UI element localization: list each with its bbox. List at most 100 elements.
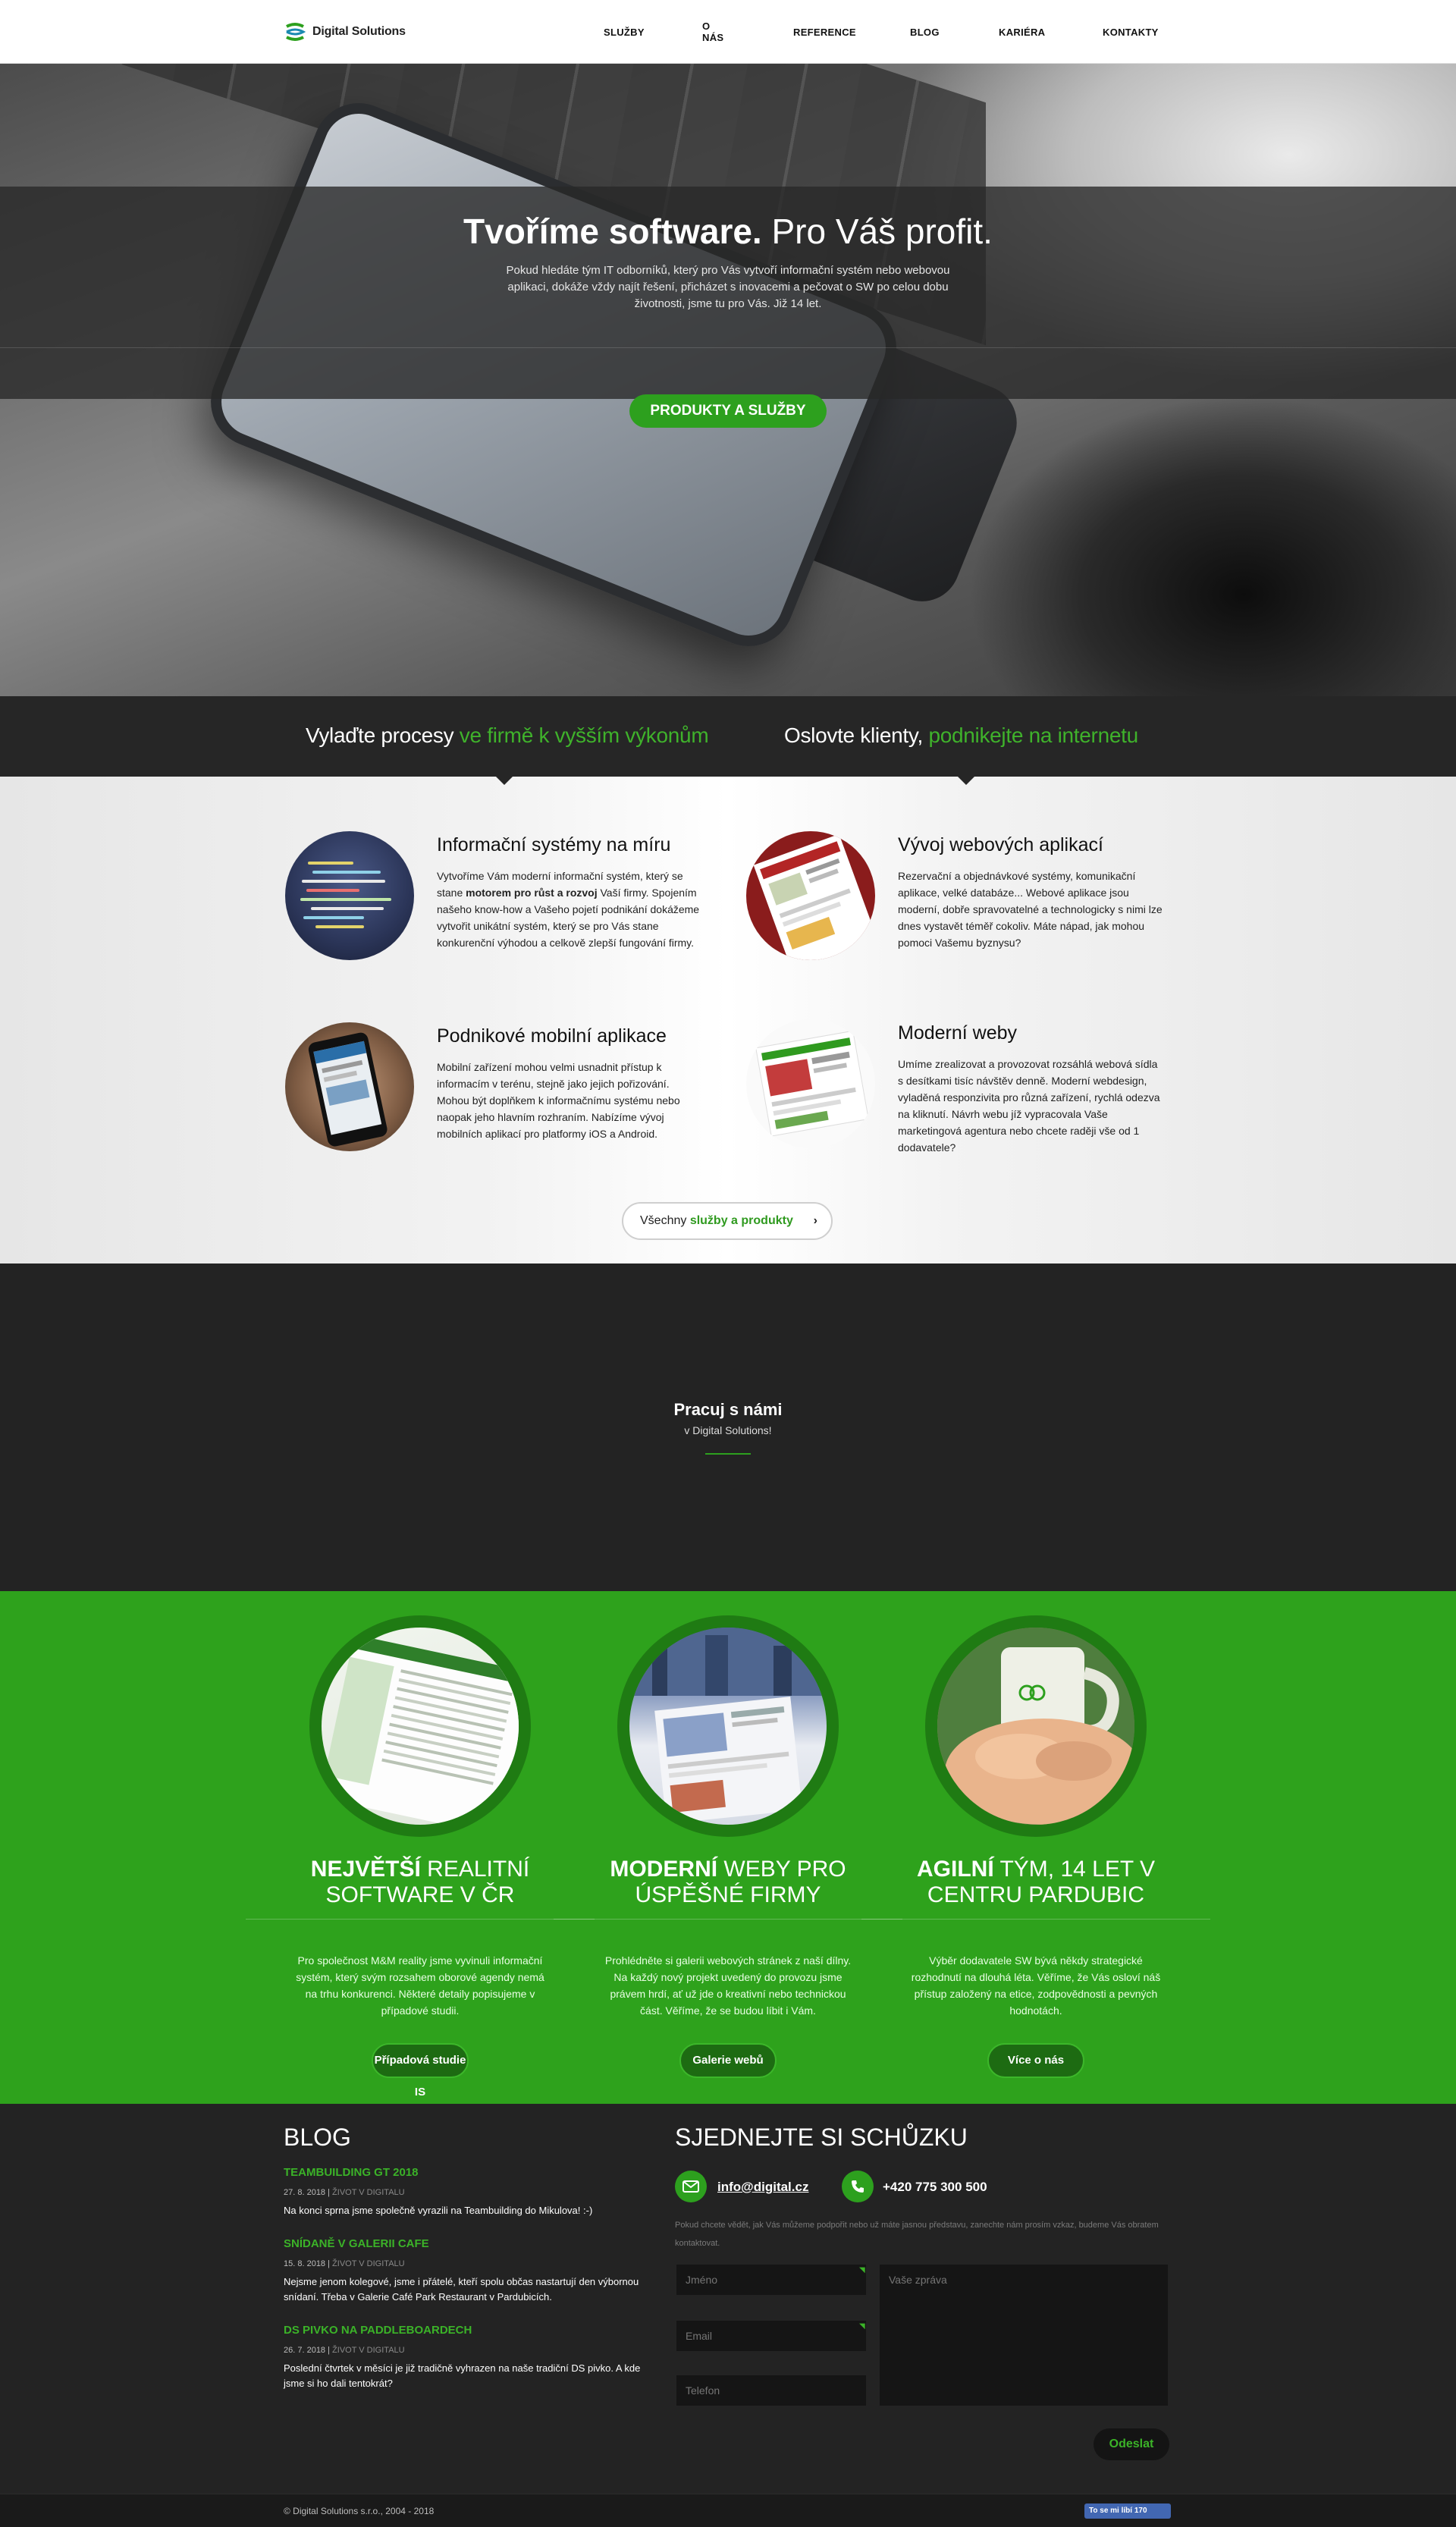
all-services-green: služby a produkty <box>689 1214 793 1227</box>
name-field[interactable] <box>676 2265 866 2295</box>
nav-kariera[interactable]: KARIÉRA <box>999 27 1045 38</box>
section-tabs: Vylaďte procesy ve firmě k vyšším výkonů… <box>0 696 1456 777</box>
realty-software-image <box>322 1628 519 1825</box>
all-services-prefix: Všechny <box>640 1214 690 1227</box>
all-services-button[interactable]: Všechny služby a produkty › <box>622 1202 833 1240</box>
facebook-like-button[interactable]: To se mi líbí 170 <box>1084 2503 1171 2519</box>
tab-klienty-green: podnikejte na internetu <box>928 724 1138 747</box>
blog-post-date: 15. 8. 2018 <box>284 2259 326 2268</box>
phone-number[interactable]: +420 775 300 500 <box>883 2180 987 2195</box>
feature-ring <box>617 1615 839 1837</box>
blog-post: DS PIVKO NA PADDLEBOARDECH 26. 7. 2018 |… <box>284 2324 663 2391</box>
team-mug-image <box>937 1628 1134 1825</box>
blog-post-category[interactable]: ŽIVOT V DIGITALU <box>332 2259 405 2268</box>
feature-title: NEJVĚTŠÍ REALITNÍ SOFTWARE V ČR <box>268 1857 572 1908</box>
site-header: Digital Solutions SLUŽBY O NÁS REFERENCE… <box>0 0 1456 64</box>
logo-icon <box>286 23 306 41</box>
feature-divider <box>246 1919 595 1920</box>
careers-section: Pracuj s námi v Digital Solutions! <box>0 1264 1456 1591</box>
nav-sluzby[interactable]: SLUŽBY <box>604 27 645 38</box>
tab-procesy[interactable]: Vylaďte procesy ve firmě k vyšším výkonů… <box>306 724 709 748</box>
web-gallery-button[interactable]: Galerie webů <box>679 2043 777 2078</box>
blog-post-sep: | <box>325 2188 333 2197</box>
blog-post-meta: 15. 8. 2018 | ŽIVOT V DIGITALU <box>284 2259 663 2268</box>
feature-title: MODERNÍ WEBY PRO ÚSPĚŠNÉ FIRMY <box>576 1857 880 1908</box>
feature-divider <box>554 1919 902 1920</box>
logo-text: Digital Solutions <box>312 25 406 38</box>
feature-text: Pro společnost M&M reality jsme vyvinuli… <box>296 1954 544 2017</box>
blog-post-date: 27. 8. 2018 <box>284 2188 326 2197</box>
contact-row: info@digital.cz +420 775 300 500 <box>675 2171 1175 2204</box>
logo[interactable]: Digital Solutions <box>284 20 406 43</box>
tab-klienty-white: Oslovte klienty, <box>784 724 929 747</box>
service-text-bold: motorem pro růst a rozvoj <box>466 887 598 899</box>
careers-divider <box>705 1453 751 1455</box>
nav-blog[interactable]: BLOG <box>910 27 940 38</box>
service-title[interactable]: Vývoj webových aplikací <box>898 834 1103 856</box>
blog-post-excerpt: Na konci sprna jsme společně vyrazili na… <box>284 2205 593 2216</box>
service-text: Vytvoříme Vám moderní informační systém,… <box>437 868 702 951</box>
about-us-button[interactable]: Více o nás <box>987 2043 1084 2078</box>
blog-post-title[interactable]: DS PIVKO NA PADDLEBOARDECH <box>284 2324 663 2337</box>
message-field[interactable] <box>880 2265 1168 2406</box>
feature-title-bold: AGILNÍ <box>917 1857 994 1882</box>
nav-reference[interactable]: REFERENCE <box>793 27 856 38</box>
tab-pointer-right <box>958 777 974 785</box>
blog-post-sep: | <box>325 2346 333 2355</box>
feature-ring <box>309 1615 531 1837</box>
service-title[interactable]: Informační systémy na míru <box>437 834 670 856</box>
mobile-app-image <box>285 1022 414 1151</box>
careers-title[interactable]: Pracuj s námi <box>0 1400 1456 1420</box>
required-marker-icon: ◥ <box>859 2266 865 2274</box>
required-marker-icon: ◥ <box>859 2322 865 2331</box>
blog-post-title[interactable]: TEAMBUILDING GT 2018 <box>284 2166 663 2179</box>
services-section <box>0 777 1456 1264</box>
feature-text: Výběr dodavatele SW bývá někdy strategic… <box>911 1954 1161 2017</box>
blog-contact-section <box>0 2104 1456 2494</box>
chevron-right-icon: › <box>813 1214 817 1227</box>
blog-post-date: 26. 7. 2018 <box>284 2346 326 2355</box>
hero-title-bold: Tvoříme software. <box>463 212 762 251</box>
blog-post-meta: 26. 7. 2018 | ŽIVOT V DIGITALU <box>284 2346 663 2355</box>
service-title[interactable]: Moderní weby <box>898 1022 1017 1044</box>
blog-post-category[interactable]: ŽIVOT V DIGITALU <box>332 2188 405 2197</box>
feature-title-bold: NEJVĚTŠÍ <box>310 1857 421 1882</box>
service-title[interactable]: Podnikové mobilní aplikace <box>437 1025 667 1047</box>
service-text: Umíme zrealizovat a provozovat rozsáhlá … <box>898 1058 1160 1154</box>
hero-title: Tvoříme software. Pro Váš profit. <box>0 211 1456 252</box>
feature-title: AGILNÍ TÝM, 14 LET V CENTRU PARDUBIC <box>884 1857 1188 1908</box>
web-app-image <box>746 831 875 960</box>
blog-title[interactable]: BLOG <box>284 2124 351 2152</box>
blog-post: SNÍDANĚ V GALERII CAFE 15. 8. 2018 | ŽIV… <box>284 2237 663 2305</box>
tab-pointer-left <box>496 777 513 785</box>
blog-post-meta: 27. 8. 2018 | ŽIVOT V DIGITALU <box>284 2188 663 2197</box>
copyright: © Digital Solutions s.r.o., 2004 - 2018 <box>284 2506 435 2516</box>
email-field[interactable] <box>676 2321 866 2351</box>
nav-kontakty[interactable]: KONTAKTY <box>1103 27 1159 38</box>
footer-bar: © Digital Solutions s.r.o., 2004 - 2018 … <box>0 2494 1456 2527</box>
products-services-button[interactable]: PRODUKTY A SLUŽBY <box>629 394 827 428</box>
service-text: Rezervační a objednávkové systémy, komun… <box>898 870 1163 949</box>
blog-post-title[interactable]: SNÍDANĚ V GALERII CAFE <box>284 2237 663 2250</box>
tab-procesy-green: ve firmě k vyšším výkonům <box>459 724 709 747</box>
blog-post-excerpt: Poslední čtvrtek v měsíci je již tradičn… <box>284 2362 641 2389</box>
feature-title-bold: MODERNÍ <box>610 1857 718 1882</box>
blog-post-category[interactable]: ŽIVOT V DIGITALU <box>332 2346 405 2355</box>
feature-text: Prohlédněte si galerii webových stránek … <box>604 1954 852 2017</box>
phone-icon <box>842 2171 874 2202</box>
blog-post-sep: | <box>325 2259 333 2268</box>
modern-web-image <box>746 1019 875 1148</box>
hero-text: Pokud hledáte tým IT odborníků, který pr… <box>506 264 950 310</box>
code-screen-image <box>285 831 414 960</box>
send-button[interactable]: Odeslat <box>1094 2428 1169 2460</box>
email-link[interactable]: info@digital.cz <box>717 2180 808 2195</box>
case-study-button[interactable]: Případová studie IS <box>372 2043 469 2099</box>
blog-post-excerpt: Nejsme jenom kolegové, jsme i přátelé, k… <box>284 2276 639 2303</box>
hero-divider <box>0 347 1456 348</box>
careers-subtitle: v Digital Solutions! <box>684 1424 772 1436</box>
phone-field[interactable] <box>676 2375 866 2406</box>
hero-title-light: Pro Váš profit. <box>761 212 993 251</box>
tab-klienty[interactable]: Oslovte klienty, podnikejte na internetu <box>784 724 1138 748</box>
nav-o-nas[interactable]: O NÁS <box>702 20 723 43</box>
meeting-title: SJEDNEJTE SI SCHŮZKU <box>675 2124 968 2151</box>
